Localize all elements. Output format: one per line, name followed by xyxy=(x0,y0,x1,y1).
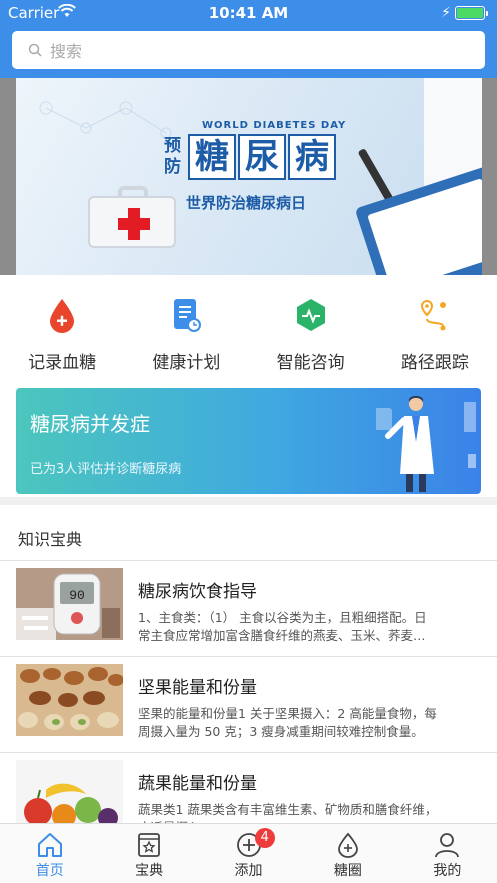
banner-en-title: WORLD DIABETES DAY xyxy=(202,120,347,131)
glucose-meter-thumbnail: 90 xyxy=(16,568,123,640)
article-item[interactable]: 90 糖尿病饮食指导 1、主食类：（1） 主食以谷类为主，且粗细搭配。日常主食应… xyxy=(0,561,497,657)
pen-image xyxy=(357,148,395,204)
knowledge-section-title: 知识宝典 xyxy=(18,530,83,549)
quick-item-label: 路径跟踪 xyxy=(400,353,469,373)
search-placeholder: 搜索 xyxy=(50,42,83,61)
doctor-illustration xyxy=(376,395,476,492)
quick-item-record-glucose[interactable]: 记录血糖 xyxy=(0,296,124,376)
nuts-thumbnail xyxy=(16,664,123,736)
banner-main-title: 糖 尿 病 xyxy=(188,134,336,180)
tab-add[interactable]: 4 添加 xyxy=(199,824,298,883)
book-icon xyxy=(138,833,161,857)
battery-icon xyxy=(455,6,488,20)
banner-subtitle: 世界防治糖尿病日 xyxy=(186,194,307,212)
banner-pre-text: 预防 xyxy=(164,136,181,177)
route-pin-icon xyxy=(418,296,452,334)
tab-label: 糖圈 xyxy=(333,863,362,879)
pulse-hexagon-icon xyxy=(294,296,328,334)
tab-handbook[interactable]: 宝典 xyxy=(99,824,198,883)
status-bar: Carrier 10:41 AM ⚡ xyxy=(0,0,497,26)
quick-menu: 记录血糖 健康计划 智能咨询 路径跟踪 xyxy=(0,296,497,376)
section-gap xyxy=(0,497,497,505)
banner-char: 尿 xyxy=(238,134,286,180)
banner-char: 糖 xyxy=(188,134,236,180)
quick-item-route-tracking[interactable]: 路径跟踪 xyxy=(373,296,497,376)
search-icon xyxy=(28,43,42,57)
home-icon xyxy=(37,833,62,857)
tab-profile[interactable]: 我的 xyxy=(398,824,497,883)
banner-char: 病 xyxy=(288,134,336,180)
banner-carousel[interactable]: WORLD DIABETES DAY 预防 糖 尿 病 世界防治糖尿病日 xyxy=(0,78,497,275)
profile-icon xyxy=(435,833,460,858)
tab-label: 添加 xyxy=(234,863,263,879)
header: Carrier 10:41 AM ⚡ 搜索 xyxy=(0,0,497,78)
complication-card-title: 糖尿病并发症 xyxy=(30,412,150,436)
blood-drop-icon xyxy=(45,296,79,334)
tab-label: 宝典 xyxy=(135,863,164,879)
article-title: 糖尿病饮食指导 xyxy=(138,582,257,602)
plan-document-icon xyxy=(169,296,203,334)
tab-circle[interactable]: 糖圈 xyxy=(298,824,397,883)
notification-badge: 4 xyxy=(254,828,275,848)
tab-home[interactable]: 首页 xyxy=(0,824,99,883)
quick-item-label: 健康计划 xyxy=(152,353,221,373)
quick-item-smart-consult[interactable]: 智能咨询 xyxy=(249,296,373,376)
search-input[interactable]: 搜索 xyxy=(12,31,485,69)
tab-label: 首页 xyxy=(35,863,64,879)
quick-item-label: 记录血糖 xyxy=(28,353,97,373)
svg-text:90: 90 xyxy=(69,588,85,603)
clock: 10:41 AM xyxy=(208,4,289,22)
quick-item-label: 智能咨询 xyxy=(276,353,345,373)
bottom-tab-bar: 首页 宝典 4 添加 糖圈 我的 xyxy=(0,823,497,883)
complication-card-subtitle: 已为3人评估并诊断糖尿病 xyxy=(30,462,182,477)
article-desc: 坚果的能量和份量1 关于坚果摄入：2 高能量食物，每周摄入量为 50 克；3 瘦… xyxy=(138,706,437,739)
app-screen: Carrier 10:41 AM ⚡ 搜索 WORLD DIABETES DAY… xyxy=(0,0,497,883)
banner-image: WORLD DIABETES DAY 预防 糖 尿 病 世界防治糖尿病日 xyxy=(16,78,482,275)
article-title: 蔬果能量和份量 xyxy=(138,774,257,794)
tab-label: 我的 xyxy=(433,863,462,879)
first-aid-kit-image xyxy=(88,186,176,248)
article-title: 坚果能量和份量 xyxy=(138,678,257,698)
fruits-thumbnail xyxy=(16,760,123,832)
complication-card[interactable]: 糖尿病并发症 已为3人评估并诊断糖尿病 xyxy=(16,388,481,494)
article-desc: 1、主食类：（1） 主食以谷类为主，且粗细搭配。日常主食应常增加富含膳食纤维的燕… xyxy=(138,610,438,643)
charging-icon: ⚡ xyxy=(441,5,451,21)
drop-plus-icon xyxy=(338,832,358,858)
article-item[interactable]: 坚果能量和份量 坚果的能量和份量1 关于坚果摄入：2 高能量食物，每周摄入量为 … xyxy=(0,657,497,753)
quick-item-health-plan[interactable]: 健康计划 xyxy=(124,296,248,376)
